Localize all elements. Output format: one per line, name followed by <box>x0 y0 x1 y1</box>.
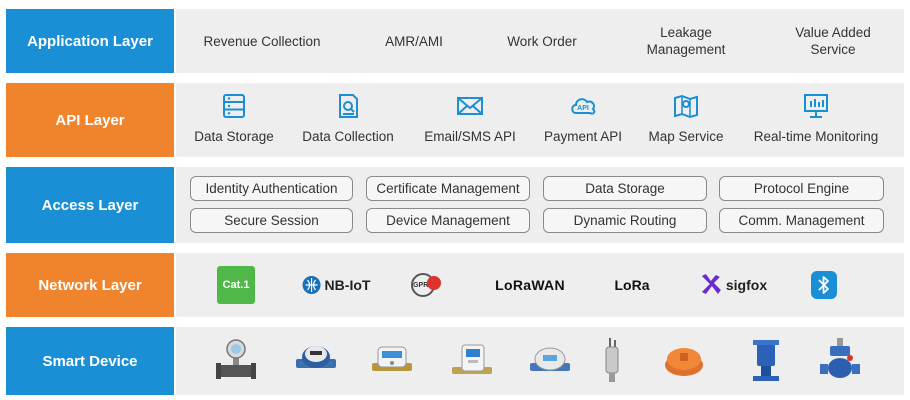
sigfox-mark-icon <box>701 274 721 294</box>
api-label: Email/SMS API <box>424 129 516 144</box>
application-layer-label: Application Layer <box>6 9 174 73</box>
svg-text:API: API <box>577 105 589 112</box>
access-item-secure-session: Secure Session <box>190 208 353 233</box>
electromagnetic-flow-meter-image <box>216 327 256 395</box>
cat1-logo: Cat.1 <box>217 253 255 317</box>
bluetooth-icon <box>811 271 837 299</box>
map-pin-icon <box>674 94 698 119</box>
envelope-icon <box>457 97 483 115</box>
api-label: Data Storage <box>194 129 274 144</box>
globe-icon <box>302 276 321 294</box>
api-label: Data Collection <box>302 129 394 144</box>
gprs-logo: GPRS <box>411 253 447 317</box>
smart-device-layer-label: Smart Device <box>6 327 174 395</box>
access-item-comm-management: Comm. Management <box>719 208 884 233</box>
app-item-revenue-collection: Revenue Collection <box>203 33 321 49</box>
api-layer-label: API Layer <box>6 83 174 157</box>
bluetooth-logo <box>811 253 837 317</box>
water-meter-image <box>294 327 338 395</box>
app-item-work-order: Work Order <box>507 33 577 49</box>
hydrant-valve-image <box>749 327 783 395</box>
document-search-icon <box>339 94 358 118</box>
prepaid-water-meter-image <box>370 327 414 395</box>
api-label: Real-time Monitoring <box>753 129 879 144</box>
access-item-protocol-engine: Protocol Engine <box>719 176 884 201</box>
database-icon <box>223 94 245 118</box>
app-item-value-added-service: Value Added Service <box>795 25 871 57</box>
access-item-data-storage: Data Storage <box>543 176 707 201</box>
app-item-leakage-management: Leakage Management <box>646 25 726 57</box>
api-item-map-service: Map Service <box>611 91 761 144</box>
api-item-real-time-monitoring: Real-time Monitoring <box>741 91 891 144</box>
application-layer-panel: Revenue Collection AMR/AMI Work Order Le… <box>176 9 904 73</box>
control-valve-image <box>820 327 860 395</box>
ultrasonic-water-meter-image <box>528 327 572 395</box>
nb-iot-logo: NB-IoT <box>302 253 370 317</box>
smart-water-meter-image <box>450 327 494 395</box>
lora-logo: LoRa <box>614 277 650 293</box>
leak-detector-image <box>662 327 706 395</box>
smart-device-layer-panel <box>176 327 904 395</box>
access-layer-label: Access Layer <box>6 167 174 243</box>
access-item-device-management: Device Management <box>366 208 530 233</box>
access-layer-panel: Identity Authentication Certificate Mana… <box>176 167 904 243</box>
pressure-sensor-image <box>600 327 624 395</box>
sigfox-logo: sigfox <box>699 253 767 317</box>
access-item-identity-authentication: Identity Authentication <box>190 176 353 201</box>
api-label: Map Service <box>648 129 724 144</box>
access-item-certificate-management: Certificate Management <box>366 176 530 201</box>
monitor-chart-icon <box>804 94 828 118</box>
api-layer-panel: Data Storage Data Collection Email/SMS A… <box>176 83 904 157</box>
access-item-dynamic-routing: Dynamic Routing <box>543 208 707 233</box>
lorawan-logo: LoRaWAN <box>495 277 565 293</box>
network-layer-panel: Cat.1 NB-IoT GPRS LoRaWAN LoRa sigfox <box>176 253 904 317</box>
network-layer-label: Network Layer <box>6 253 174 317</box>
api-cloud-icon: API <box>571 98 596 115</box>
